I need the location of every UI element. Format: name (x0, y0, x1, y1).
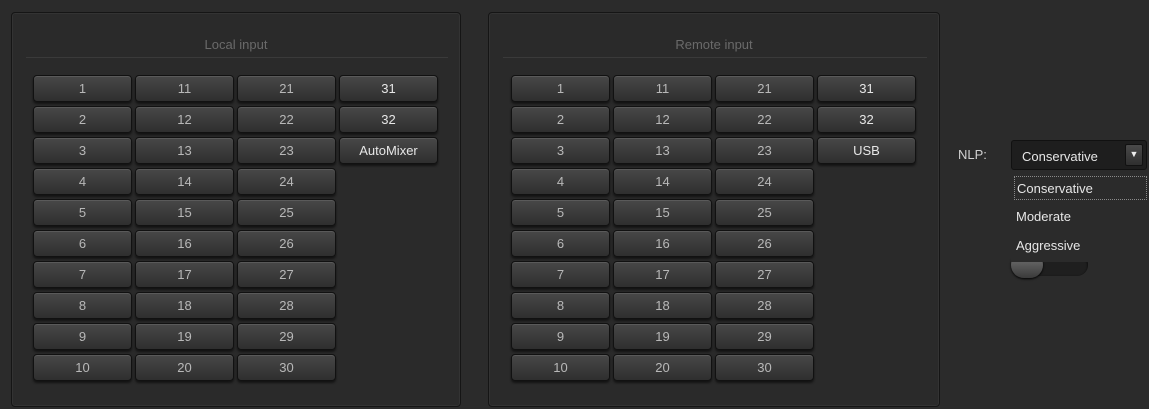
local-channel-button-7[interactable]: 7 (33, 261, 132, 288)
remote-channel-button-7[interactable]: 7 (511, 261, 610, 288)
local-empty-cell (339, 168, 438, 195)
local-channel-button-automixer[interactable]: AutoMixer (339, 137, 438, 164)
remote-input-title: Remote input (675, 37, 753, 52)
local-channel-button-22[interactable]: 22 (237, 106, 336, 133)
remote-channel-button-4[interactable]: 4 (511, 168, 610, 195)
nlp-dropdown-menu: Conservative Moderate Aggressive (1011, 172, 1149, 262)
nlp-select[interactable]: Conservative ▼ (1011, 140, 1147, 170)
local-channel-button-9[interactable]: 9 (33, 323, 132, 350)
remote-channel-button-11[interactable]: 11 (613, 75, 712, 102)
local-channel-button-32[interactable]: 32 (339, 106, 438, 133)
local-channel-button-19[interactable]: 19 (135, 323, 234, 350)
local-channel-button-20[interactable]: 20 (135, 354, 234, 381)
local-channel-button-13[interactable]: 13 (135, 137, 234, 164)
nlp-option-conservative[interactable]: Conservative (1014, 176, 1147, 200)
local-input-panel: Local input 1 11 21 31 2 12 22 32 3 13 23 AutoMixer… (11, 12, 461, 407)
local-channel-button-8[interactable]: 8 (33, 292, 132, 319)
remote-input-divider (503, 57, 927, 58)
remote-channel-button-13[interactable]: 13 (613, 137, 712, 164)
remote-channel-button-17[interactable]: 17 (613, 261, 712, 288)
remote-channel-button-12[interactable]: 12 (613, 106, 712, 133)
local-input-divider (26, 57, 448, 58)
local-empty-cell (339, 230, 438, 257)
local-empty-cell (339, 261, 438, 288)
remote-channel-button-28[interactable]: 28 (715, 292, 814, 319)
remote-channel-button-19[interactable]: 19 (613, 323, 712, 350)
remote-channel-button-9[interactable]: 9 (511, 323, 610, 350)
remote-channel-button-20[interactable]: 20 (613, 354, 712, 381)
remote-channel-button-32[interactable]: 32 (817, 106, 916, 133)
local-channel-button-6[interactable]: 6 (33, 230, 132, 257)
local-input-title: Local input (204, 37, 268, 52)
remote-channel-button-18[interactable]: 18 (613, 292, 712, 319)
local-channel-button-16[interactable]: 16 (135, 230, 234, 257)
remote-channel-button-25[interactable]: 25 (715, 199, 814, 226)
remote-channel-button-27[interactable]: 27 (715, 261, 814, 288)
remote-empty-cell (817, 261, 916, 288)
nlp-label: NLP: (958, 147, 987, 162)
remote-channel-button-31[interactable]: 31 (817, 75, 916, 102)
local-channel-button-26[interactable]: 26 (237, 230, 336, 257)
dropdown-arrow-icon[interactable]: ▼ (1125, 144, 1143, 166)
local-channel-button-30[interactable]: 30 (237, 354, 336, 381)
remote-channel-button-16[interactable]: 16 (613, 230, 712, 257)
remote-empty-cell (817, 230, 916, 257)
remote-channel-button-26[interactable]: 26 (715, 230, 814, 257)
remote-empty-cell (817, 323, 916, 350)
local-channel-button-21[interactable]: 21 (237, 75, 336, 102)
local-channel-button-28[interactable]: 28 (237, 292, 336, 319)
remote-channel-button-5[interactable]: 5 (511, 199, 610, 226)
remote-channel-button-21[interactable]: 21 (715, 75, 814, 102)
local-channel-button-25[interactable]: 25 (237, 199, 336, 226)
remote-channel-button-10[interactable]: 10 (511, 354, 610, 381)
remote-input-panel: Remote input 1 11 21 31 2 12 22 32 3 13 23 USB 4 14 24… (488, 12, 940, 407)
remote-channel-button-2[interactable]: 2 (511, 106, 610, 133)
remote-input-button-grid: 1 11 21 31 2 12 22 32 3 13 23 USB 4 14 24 5 15 25 6 16 26 7 17… (511, 75, 916, 381)
local-channel-button-3[interactable]: 3 (33, 137, 132, 164)
local-empty-cell (339, 199, 438, 226)
local-empty-cell (339, 323, 438, 350)
local-channel-button-17[interactable]: 17 (135, 261, 234, 288)
remote-empty-cell (817, 292, 916, 319)
local-channel-button-5[interactable]: 5 (33, 199, 132, 226)
local-channel-button-10[interactable]: 10 (33, 354, 132, 381)
local-channel-button-27[interactable]: 27 (237, 261, 336, 288)
local-channel-button-24[interactable]: 24 (237, 168, 336, 195)
local-input-button-grid: 1 11 21 31 2 12 22 32 3 13 23 AutoMixer 4 14 24 5 15 25 6 1… (33, 75, 438, 381)
local-channel-button-12[interactable]: 12 (135, 106, 234, 133)
local-channel-button-2[interactable]: 2 (33, 106, 132, 133)
local-channel-button-31[interactable]: 31 (339, 75, 438, 102)
remote-channel-button-3[interactable]: 3 (511, 137, 610, 164)
remote-channel-button-15[interactable]: 15 (613, 199, 712, 226)
nlp-option-moderate[interactable]: Moderate (1014, 205, 1147, 229)
remote-channel-button-usb[interactable]: USB (817, 137, 916, 164)
remote-channel-button-14[interactable]: 14 (613, 168, 712, 195)
remote-empty-cell (817, 199, 916, 226)
local-channel-button-4[interactable]: 4 (33, 168, 132, 195)
local-empty-cell (339, 292, 438, 319)
local-channel-button-14[interactable]: 14 (135, 168, 234, 195)
remote-channel-button-23[interactable]: 23 (715, 137, 814, 164)
local-channel-button-23[interactable]: 23 (237, 137, 336, 164)
remote-empty-cell (817, 168, 916, 195)
remote-channel-button-6[interactable]: 6 (511, 230, 610, 257)
local-channel-button-1[interactable]: 1 (33, 75, 132, 102)
local-empty-cell (339, 354, 438, 381)
remote-channel-button-30[interactable]: 30 (715, 354, 814, 381)
remote-channel-button-8[interactable]: 8 (511, 292, 610, 319)
remote-empty-cell (817, 354, 916, 381)
remote-channel-button-22[interactable]: 22 (715, 106, 814, 133)
local-channel-button-29[interactable]: 29 (237, 323, 336, 350)
local-channel-button-15[interactable]: 15 (135, 199, 234, 226)
nlp-selected-value: Conservative (1022, 149, 1098, 164)
local-channel-button-11[interactable]: 11 (135, 75, 234, 102)
remote-channel-button-1[interactable]: 1 (511, 75, 610, 102)
remote-channel-button-24[interactable]: 24 (715, 168, 814, 195)
nlp-option-aggressive[interactable]: Aggressive (1014, 234, 1147, 258)
remote-channel-button-29[interactable]: 29 (715, 323, 814, 350)
local-channel-button-18[interactable]: 18 (135, 292, 234, 319)
